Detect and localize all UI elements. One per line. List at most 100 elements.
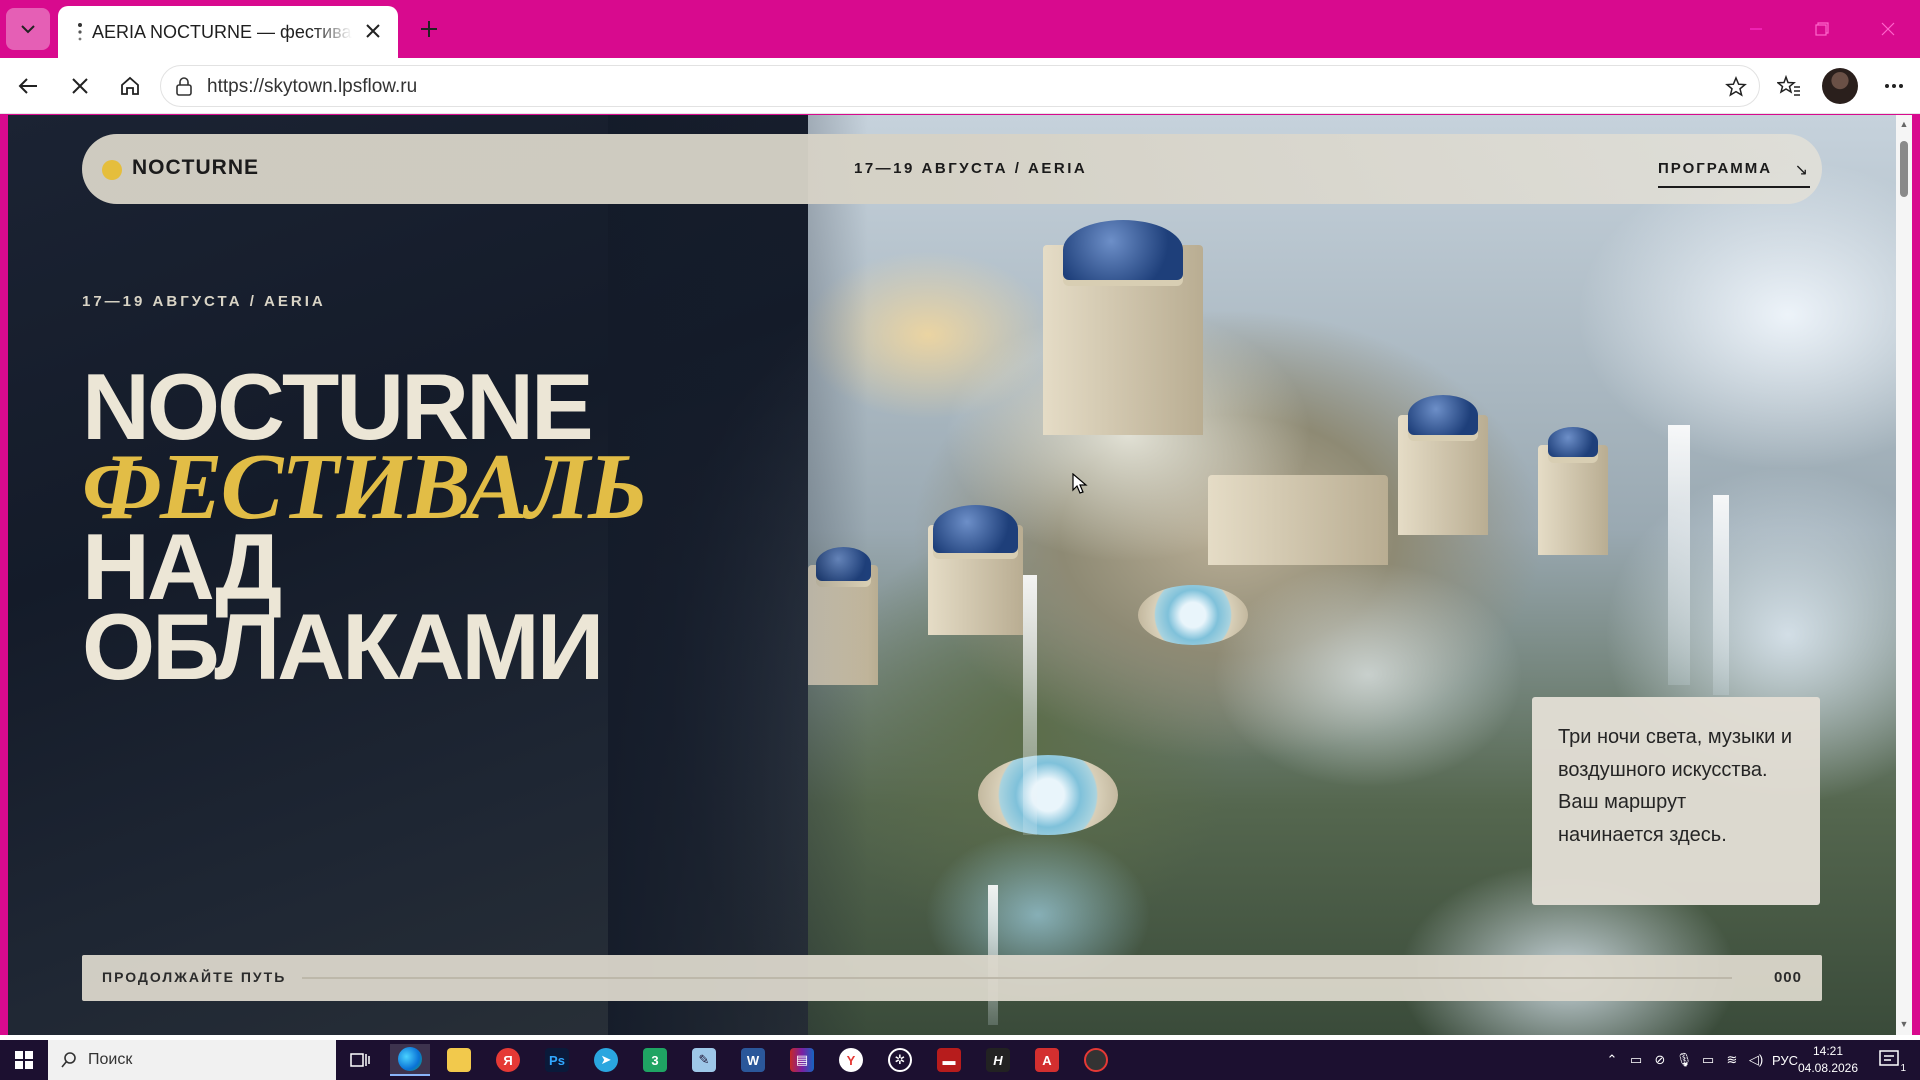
stop-loading-button[interactable] xyxy=(62,68,98,104)
task-view-icon xyxy=(350,1053,370,1067)
palace-main-dome xyxy=(1063,220,1183,280)
taskbar-yandex-browser[interactable]: Y xyxy=(831,1044,871,1076)
hero-gradient-fade xyxy=(608,115,868,1035)
archive-icon: ▤ xyxy=(790,1048,814,1072)
taskbar-edge[interactable] xyxy=(390,1044,430,1076)
taskbar-explorer[interactable] xyxy=(439,1044,479,1076)
start-button[interactable] xyxy=(0,1040,48,1080)
taskbar-acrobat[interactable]: A xyxy=(1027,1044,1067,1076)
chatgpt-icon: ✲ xyxy=(888,1048,912,1072)
settings-menu-button[interactable] xyxy=(1876,68,1912,104)
star-icon[interactable] xyxy=(1725,76,1747,98)
close-icon xyxy=(72,78,88,94)
taskbar-app-h[interactable]: H xyxy=(978,1044,1018,1076)
notes-icon: ✎ xyxy=(692,1048,716,1072)
minimize-button[interactable] xyxy=(1728,10,1784,48)
clock-date: 04.08.2026 xyxy=(1797,1061,1859,1075)
scroll-up-icon[interactable]: ▲ xyxy=(1899,119,1909,129)
chevron-down-icon xyxy=(21,25,35,34)
windows-logo-icon xyxy=(15,1051,33,1069)
header-event-date: 17—19 АВГУСТА / AERIA xyxy=(854,160,1088,177)
program-link-label: ПРОГРАММА xyxy=(1658,160,1773,177)
mouse-cursor-icon xyxy=(1072,473,1088,494)
active-tab[interactable]: AERIA NOCTURNE — фестиваль над облаками xyxy=(58,6,398,58)
hero-title: NOCTURNE ФЕСТИВАЛЬ НАД ОБЛАКАМИ xyxy=(82,360,648,699)
home-button[interactable] xyxy=(112,68,148,104)
battery-icon[interactable]: ▭ xyxy=(1696,1052,1720,1068)
close-window-button[interactable] xyxy=(1860,10,1916,48)
taskbar-app-red[interactable]: ▬ xyxy=(929,1044,969,1076)
search-icon xyxy=(61,1052,76,1068)
page-scrollbar[interactable]: ▲ ▼ xyxy=(1896,115,1912,1035)
site-info-icon[interactable] xyxy=(175,77,193,97)
word-icon: W xyxy=(741,1048,765,1072)
scroll-down-icon[interactable]: ▼ xyxy=(1899,1019,1909,1029)
tab-close-button[interactable] xyxy=(360,18,386,44)
more-options-icon xyxy=(1885,84,1903,88)
lower-fountain xyxy=(978,755,1118,835)
photoshop-icon: Ps xyxy=(545,1048,569,1072)
chevron-up-icon[interactable]: ⌃ xyxy=(1600,1052,1624,1068)
brand-logo-dot xyxy=(102,160,122,180)
taskbar-telegram[interactable]: ➤ xyxy=(586,1044,626,1076)
taskbar-search[interactable]: Поиск xyxy=(48,1040,336,1080)
edge-icon xyxy=(398,1047,422,1071)
tab-actions-menu-button[interactable] xyxy=(6,8,50,50)
telegram-icon: ➤ xyxy=(594,1048,618,1072)
waterfall-center xyxy=(1023,575,1037,835)
close-icon xyxy=(1881,22,1895,36)
taskbar-word[interactable]: W xyxy=(733,1044,773,1076)
browser-toolbar: https://skytown.lpsflow.ru xyxy=(0,58,1920,114)
palace-right-dome xyxy=(1408,395,1478,435)
palace-far-dome xyxy=(1548,427,1598,457)
scrollbar-thumb[interactable] xyxy=(1900,141,1908,197)
taskbar-app-circle[interactable] xyxy=(1076,1044,1116,1076)
taskbar-photoshop[interactable]: Ps xyxy=(537,1044,577,1076)
browser-tab-bar: AERIA NOCTURNE — фестиваль над облаками xyxy=(0,0,1920,58)
loading-spinner-icon xyxy=(78,23,82,41)
notification-icon xyxy=(1879,1050,1899,1066)
upper-fountain xyxy=(1138,585,1248,645)
back-button[interactable] xyxy=(10,68,46,104)
url-text: https://skytown.lpsflow.ru xyxy=(207,76,418,97)
taskbar-clock[interactable]: 14:21 04.08.2026 xyxy=(1788,1043,1868,1077)
notification-center-button[interactable]: 1 xyxy=(1870,1044,1910,1076)
circle-app-icon xyxy=(1084,1048,1108,1072)
close-icon xyxy=(366,24,380,38)
yandex-icon: Я xyxy=(496,1048,520,1072)
favorites-icon xyxy=(1777,75,1800,96)
taskbar-winrar[interactable]: ▤ xyxy=(782,1044,822,1076)
taskbar-yandex[interactable]: Я xyxy=(488,1044,528,1076)
yandex-browser-icon: Y xyxy=(839,1048,863,1072)
taskbar-notes[interactable]: ✎ xyxy=(684,1044,724,1076)
acrobat-icon: A xyxy=(1035,1048,1059,1072)
address-bar[interactable]: https://skytown.lpsflow.ru xyxy=(160,65,1760,107)
program-link[interactable]: ПРОГРАММА ↘ xyxy=(1658,160,1810,188)
calculator-icon: 3 xyxy=(643,1048,667,1072)
task-view-button[interactable] xyxy=(340,1044,380,1076)
site-header: NOCTURNE 17—19 АВГУСТА / AERIA ПРОГРАММА… xyxy=(82,134,1822,204)
microphone-icon[interactable]: 🎙 xyxy=(1672,1052,1696,1068)
folder-icon xyxy=(447,1048,471,1072)
wifi-icon[interactable]: ≋ xyxy=(1720,1052,1744,1068)
brand-name[interactable]: NOCTURNE xyxy=(132,156,259,180)
taskbar-search-placeholder: Поиск xyxy=(88,1051,133,1068)
palace-far-tower xyxy=(1538,445,1608,555)
hero-title-line-4: ОБЛАКАМИ xyxy=(82,594,604,699)
notification-count: 1 xyxy=(1900,1063,1906,1074)
windows-taskbar: Поиск Я Ps ➤ 3 ✎ W ▤ Y ✲ ▬ H A ⌃ ▭ ⊘ 🎙 ▭… xyxy=(0,1040,1920,1080)
taskbar-chatgpt[interactable]: ✲ xyxy=(880,1044,920,1076)
tray-monitor-icon[interactable]: ▭ xyxy=(1624,1052,1648,1068)
taskbar-calculator[interactable]: 3 xyxy=(635,1044,675,1076)
favorites-button[interactable] xyxy=(1771,68,1807,104)
volume-icon[interactable]: ◁) xyxy=(1744,1052,1768,1068)
arrow-down-right-icon: ↘ xyxy=(1794,162,1808,179)
new-tab-button[interactable] xyxy=(412,12,446,46)
progress-track xyxy=(302,977,1732,979)
restore-button[interactable] xyxy=(1794,10,1850,48)
network-off-icon[interactable]: ⊘ xyxy=(1648,1052,1672,1068)
arrow-left-icon xyxy=(18,78,37,94)
profile-avatar[interactable] xyxy=(1822,68,1858,104)
waterfall-right-2 xyxy=(1713,495,1729,695)
journey-progress-bar[interactable]: ПРОДОЛЖАЙТЕ ПУТЬ 000 xyxy=(82,955,1822,1001)
